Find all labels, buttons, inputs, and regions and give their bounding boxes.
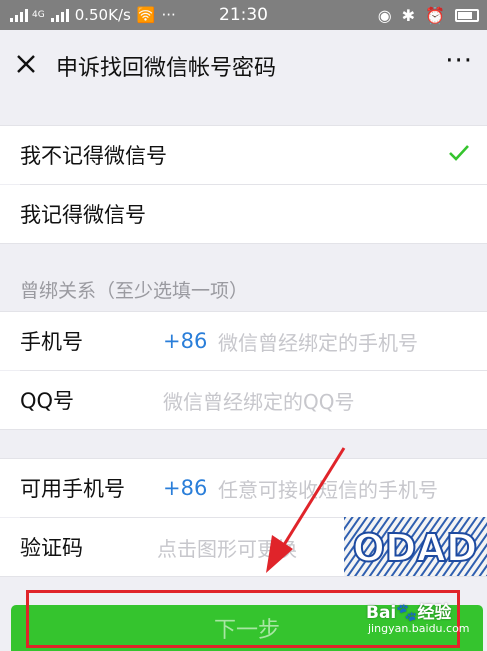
checkmark-icon (449, 145, 469, 161)
field-label: 验证码 (20, 536, 83, 560)
country-code[interactable]: +86 (163, 329, 207, 353)
bound-phone-input[interactable]: 微信曾经绑定的手机号 (218, 327, 418, 356)
divider (0, 243, 487, 244)
close-icon[interactable] (12, 50, 40, 78)
field-label: 手机号 (20, 330, 83, 354)
contact-phone-field[interactable]: 可用手机号 +86 任意可接收短信的手机号 (0, 459, 487, 517)
more-icon[interactable]: ··· (445, 46, 473, 76)
watermark-url: jingyan.baidu.com (368, 622, 470, 635)
baidu-watermark: Bai🐾经验 jingyan.baidu.com (366, 598, 484, 642)
page-title: 申诉找回微信帐号密码 (56, 56, 277, 81)
option-forgot-wechat-id[interactable]: 我不记得微信号 (0, 126, 487, 184)
watermark-brand: Bai (366, 603, 397, 623)
field-label: 可用手机号 (20, 477, 125, 501)
captcha-image[interactable]: ODAD (344, 517, 487, 576)
field-label: QQ号 (20, 389, 75, 413)
watermark-brand-tail: 经验 (417, 603, 452, 623)
country-code[interactable]: +86 (163, 476, 207, 500)
alarm-icon: ⏰ (425, 6, 445, 25)
next-step-label: 下一步 (213, 618, 280, 643)
battery-icon (455, 9, 479, 22)
bound-qq-field[interactable]: QQ号 微信曾经绑定的QQ号 (0, 371, 487, 429)
divider (0, 429, 487, 430)
divider (0, 576, 487, 577)
nav-bar: 申诉找回微信帐号密码 ··· (0, 30, 487, 98)
option-label: 我记得微信号 (20, 203, 146, 227)
option-label: 我不记得微信号 (20, 144, 167, 168)
location-icon: ◉ (377, 6, 392, 25)
bluetooth-icon: ✱ (401, 6, 416, 25)
paw-icon: 🐾 (396, 603, 418, 623)
contact-phone-input[interactable]: 任意可接收短信的手机号 (218, 474, 438, 503)
verification-code-input[interactable]: 点击图形可更换 (157, 533, 297, 562)
status-bar: 4G 0.50K/s 🛜 ··· 21:30 ◉ ✱ ⏰ (0, 0, 487, 30)
bound-phone-field[interactable]: 手机号 +86 微信曾经绑定的手机号 (0, 312, 487, 370)
section-label-binding: 曾绑关系（至少选填一项） (20, 280, 249, 302)
captcha-text: ODAD (353, 526, 478, 570)
bound-qq-input[interactable]: 微信曾经绑定的QQ号 (163, 386, 354, 415)
option-remember-wechat-id[interactable]: 我记得微信号 (0, 185, 487, 243)
